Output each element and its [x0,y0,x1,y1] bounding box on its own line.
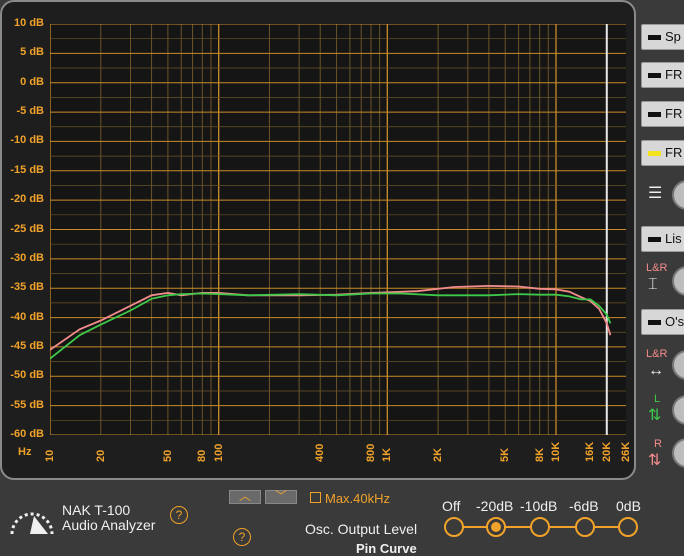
x-tick-label: 100 [212,443,225,462]
osc-option-label: Off [442,498,461,514]
y-tick-label: -10 dB [10,134,44,147]
brand-logo-icon [10,512,54,535]
button-fr-1[interactable]: FR [641,62,684,88]
max-40khz-label: Max.40kHz [325,491,391,506]
x-tick-label: 5K [499,447,512,462]
x-tick-label: 20 [94,449,107,462]
brand-line-1: NAK T-100 [62,502,131,518]
analyzer-screen: 10 dB 5 dB 0 dB -5 dB -10 dB -15 dB -20 dB -25 … [0,0,636,480]
osc-option-radio[interactable] [444,517,464,537]
y-tick-label: 0 dB [20,75,44,88]
scroll-down-button[interactable]: ﹀ [265,490,297,504]
button-fr-2[interactable]: FR [641,101,684,127]
x-tick-label: 26K [620,441,632,462]
x-tick-label: 8K [533,447,546,462]
brand-line-2: Audio Analyzer [62,517,156,533]
x-axis-unit: Hz [18,446,32,458]
y-tick-label: -50 dB [10,369,44,382]
button-fr-3-label: FR [665,145,683,160]
scroll-up-button[interactable]: ︿ [229,490,261,504]
led-indicator [648,320,661,326]
led-indicator-active [648,151,661,157]
x-tick-label: 16K [584,441,597,462]
y-tick-label: -35 dB [10,281,44,294]
y-tick-label: -45 dB [10,339,44,352]
l-channel-arrows-icon[interactable]: ⇅ [648,405,661,425]
checkbox-icon [310,492,321,503]
r-channel-arrows-icon[interactable]: ⇅ [648,450,661,470]
y-tick-label: -5 dB [16,105,45,118]
button-lis[interactable]: Lis [641,226,684,252]
x-tick-label: 50 [161,449,174,462]
button-sp-label: Sp [665,29,681,44]
osc-option-radio[interactable] [618,517,638,537]
brand-text: NAK T-100 Audio Analyzer [62,503,155,533]
y-tick-label: -25 dB [10,222,44,235]
osc-option-radio[interactable] [530,517,550,537]
osc-option-radio[interactable] [575,517,595,537]
osc-option-label: -10dB [520,498,558,514]
button-sp[interactable]: Sp [641,24,684,50]
x-tick-label: 10K [550,441,562,462]
pin-curve-label: Pin Curve [356,541,417,556]
x-tick-label: 20K [600,441,613,462]
y-tick-label: -60 dB [10,428,44,440]
r-channel-label: R [654,438,662,450]
help-icon[interactable]: ? [170,506,188,524]
max-40khz-toggle[interactable]: Max.40kHz [310,491,390,506]
x-tick-label: 1K [381,447,394,462]
osc-output-level-label: Osc. Output Level [305,521,418,537]
y-tick-label: -55 dB [10,398,44,411]
x-tick-label: 80 [196,449,209,462]
led-indicator [648,73,661,79]
led-indicator [648,35,661,41]
osc-option-label: 0dB [616,498,641,514]
y-tick-label: 10 dB [14,17,44,29]
horizontal-range-icon[interactable]: ↔ [648,362,664,380]
y-tick-label: -15 dB [10,163,44,176]
button-fr-1-label: FR [665,67,683,82]
x-tick-label: 10 [44,449,56,462]
led-indicator [648,112,661,118]
x-tick-label: 800 [364,443,377,462]
button-lis-label: Lis [665,231,682,246]
osc-option-label: -6dB [569,498,599,514]
button-fr-3[interactable]: FR [641,140,684,166]
l-channel-label: L [654,393,661,405]
vertical-range-icon[interactable]: ⌶ [648,276,658,294]
y-tick-label: -20 dB [10,193,44,206]
lr-vertical-label: L&R [646,262,668,274]
plot-svg [49,23,626,451]
list-align-icon[interactable]: ☰ [648,183,662,203]
y-tick-label: -30 dB [10,251,44,264]
osc-option-label: -20dB [476,498,514,514]
frequency-response-plot [49,23,626,451]
y-tick-label: 5 dB [20,46,44,59]
button-os[interactable]: O's [641,309,684,335]
x-tick-label: 2K [432,447,445,462]
y-tick-label: -40 dB [10,310,44,323]
help-icon-2[interactable]: ? [233,528,251,546]
button-fr-2-label: FR [665,106,683,121]
osc-option-radio[interactable] [486,517,506,537]
lr-horizontal-label: L&R [646,348,668,360]
x-tick-label: 400 [314,443,327,462]
button-os-label: O's [665,314,684,329]
led-indicator [648,237,661,243]
